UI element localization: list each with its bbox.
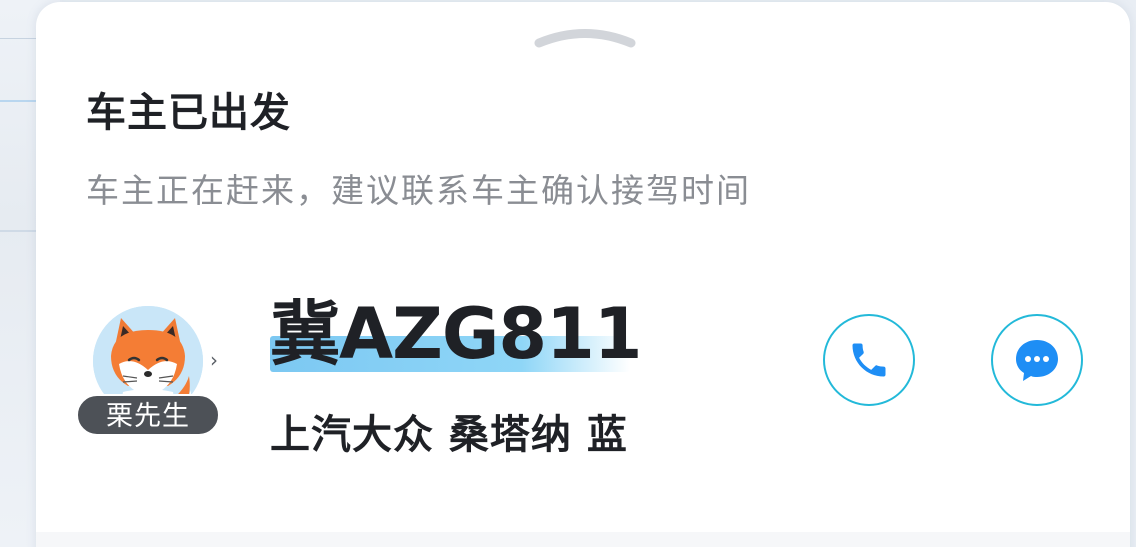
phone-icon bbox=[852, 343, 886, 377]
call-driver-button[interactable] bbox=[823, 314, 915, 406]
chat-bubble-icon bbox=[1016, 340, 1058, 381]
status-subtitle: 车主正在赶来，建议联系车主确认接驾时间 bbox=[86, 171, 751, 210]
driver-profile[interactable]: › 栗先生 bbox=[76, 302, 236, 442]
card-footer-divider bbox=[36, 532, 1130, 547]
license-plate-text: 冀AZG811 bbox=[270, 293, 643, 375]
driver-name-badge: 栗先生 bbox=[76, 394, 220, 436]
vehicle-description: 上汽大众 桑塔纳 蓝 bbox=[270, 412, 628, 458]
trip-status-card: 车主已出发 车主正在赶来，建议联系车主确认接驾时间 › 栗先生 冀AZG811 … bbox=[36, 2, 1130, 547]
drag-handle[interactable] bbox=[533, 28, 637, 48]
status-title: 车主已出发 bbox=[86, 90, 291, 136]
chevron-right-icon: › bbox=[210, 348, 218, 372]
license-plate: 冀AZG811 bbox=[270, 278, 643, 375]
message-driver-button[interactable] bbox=[991, 314, 1083, 406]
